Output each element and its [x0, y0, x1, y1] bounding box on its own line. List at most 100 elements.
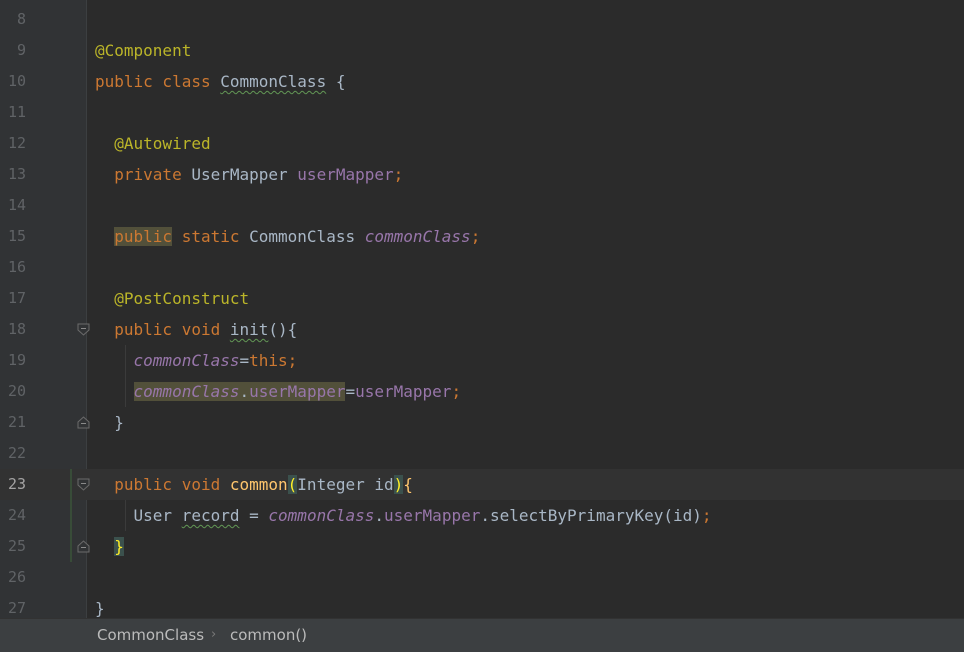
line-code: public static CommonClass commonClass; [95, 221, 480, 252]
code-line[interactable]: 19 commonClass=this; [0, 345, 964, 376]
line-number: 21 [7, 413, 26, 431]
code-token: userMapper [297, 165, 394, 184]
line-code: public void common(Integer id){ [95, 469, 413, 500]
line-number: 14 [7, 196, 26, 214]
code-line[interactable]: 11 [0, 97, 964, 128]
code-line[interactable]: 15 public static CommonClass commonClass… [0, 221, 964, 252]
code-line[interactable]: 20 commonClass.userMapper=userMapper; [0, 376, 964, 407]
line-code: public class CommonClass { [95, 66, 345, 97]
code-token: ; [287, 351, 298, 370]
code-line[interactable]: 13 private UserMapper userMapper; [0, 159, 964, 190]
line-number: 17 [7, 289, 26, 307]
code-line[interactable]: 12 @Autowired [0, 128, 964, 159]
code-line[interactable]: 27} [0, 593, 964, 618]
code-token: common [229, 475, 288, 494]
code-token: ; [393, 165, 404, 184]
code-line[interactable]: 26 [0, 562, 964, 593]
code-line[interactable]: 16 [0, 252, 964, 283]
code-token: public void [114, 320, 230, 339]
code-token: private [114, 165, 192, 184]
code-line[interactable]: 24 User record = commonClass.userMapper.… [0, 500, 964, 531]
breadcrumb: CommonClass › common() [0, 618, 964, 652]
code-token: ; [470, 227, 481, 246]
code-line[interactable]: 8 [0, 4, 964, 35]
line-number: 9 [16, 41, 26, 59]
code-token: { [403, 475, 413, 494]
line-number: 27 [7, 599, 26, 617]
code-line[interactable]: 23 public void common(Integer id){ [0, 469, 964, 500]
code-line[interactable]: 14 [0, 190, 964, 221]
code-line[interactable]: 21 } [0, 407, 964, 438]
code-line[interactable]: 25 } [0, 531, 964, 562]
code-token: public void [114, 475, 230, 494]
line-code: @Component [95, 35, 191, 66]
fold-toggle-icon[interactable] [76, 539, 91, 554]
breadcrumb-class[interactable]: CommonClass [97, 619, 204, 651]
line-code: @Autowired [95, 128, 211, 159]
code-token: . [239, 382, 250, 401]
vcs-change-marker[interactable] [70, 469, 72, 562]
code-token: static [172, 227, 250, 246]
code-token: userMapper [384, 506, 481, 525]
code-token: = [239, 351, 250, 370]
line-number: 15 [7, 227, 26, 245]
code-token: User [133, 506, 182, 525]
code-token: record [181, 506, 240, 525]
code-line[interactable]: 10 public class CommonClass { [0, 66, 964, 97]
breadcrumb-separator: › [211, 627, 217, 642]
code-token: } [95, 413, 124, 432]
breadcrumb-method[interactable]: common() [230, 619, 307, 651]
line-number: 8 [16, 10, 26, 28]
code-token: UserMapper [191, 165, 298, 184]
code-token: commonClass [364, 227, 471, 246]
code-editor[interactable]: 8 9 @Component 10 public class CommonClass {… [0, 0, 964, 618]
fold-toggle-icon[interactable] [76, 477, 91, 492]
line-number: 24 [7, 506, 26, 524]
code-token: } [114, 537, 124, 556]
line-code: @PostConstruct [95, 283, 249, 314]
code-line[interactable]: 9 @Component [0, 35, 964, 66]
fold-toggle-icon[interactable] [76, 322, 91, 337]
line-number: 23 [7, 475, 26, 493]
line-code: public void init(){ [95, 314, 297, 345]
line-code: } [95, 407, 124, 438]
line-number: 10 [7, 72, 26, 90]
code-token: this [249, 351, 288, 370]
line-number: 16 [7, 258, 26, 276]
code-token: CommonClass [220, 72, 327, 91]
line-code: private UserMapper userMapper; [95, 159, 403, 190]
code-token: userMapper [249, 382, 346, 401]
line-number: 19 [7, 351, 26, 369]
code-line[interactable]: 22 [0, 438, 964, 469]
code-token: commonClass [268, 506, 375, 525]
code-line[interactable]: 18 public void init(){ [0, 314, 964, 345]
code-line[interactable]: 17 @PostConstruct [0, 283, 964, 314]
line-number: 26 [7, 568, 26, 586]
code-token: Integer id [297, 475, 394, 494]
code-token: @Component [95, 41, 192, 60]
code-token: @Autowired [114, 134, 211, 153]
line-number: 13 [7, 165, 26, 183]
code-token: ( [287, 475, 298, 494]
code-token: public class [95, 72, 221, 91]
line-number: 12 [7, 134, 26, 152]
code-token: ) [393, 475, 404, 494]
code-token: = [345, 382, 356, 401]
line-code: } [95, 531, 124, 562]
code-token: init [229, 320, 269, 339]
indent-guide [125, 500, 126, 531]
code-token: userMapper [355, 382, 452, 401]
line-code: commonClass.userMapper=userMapper; [95, 376, 461, 407]
line-number: 18 [7, 320, 26, 338]
line-number: 11 [7, 103, 26, 121]
code-token: } [95, 599, 105, 618]
fold-toggle-icon[interactable] [76, 415, 91, 430]
code-token: { [326, 72, 346, 91]
